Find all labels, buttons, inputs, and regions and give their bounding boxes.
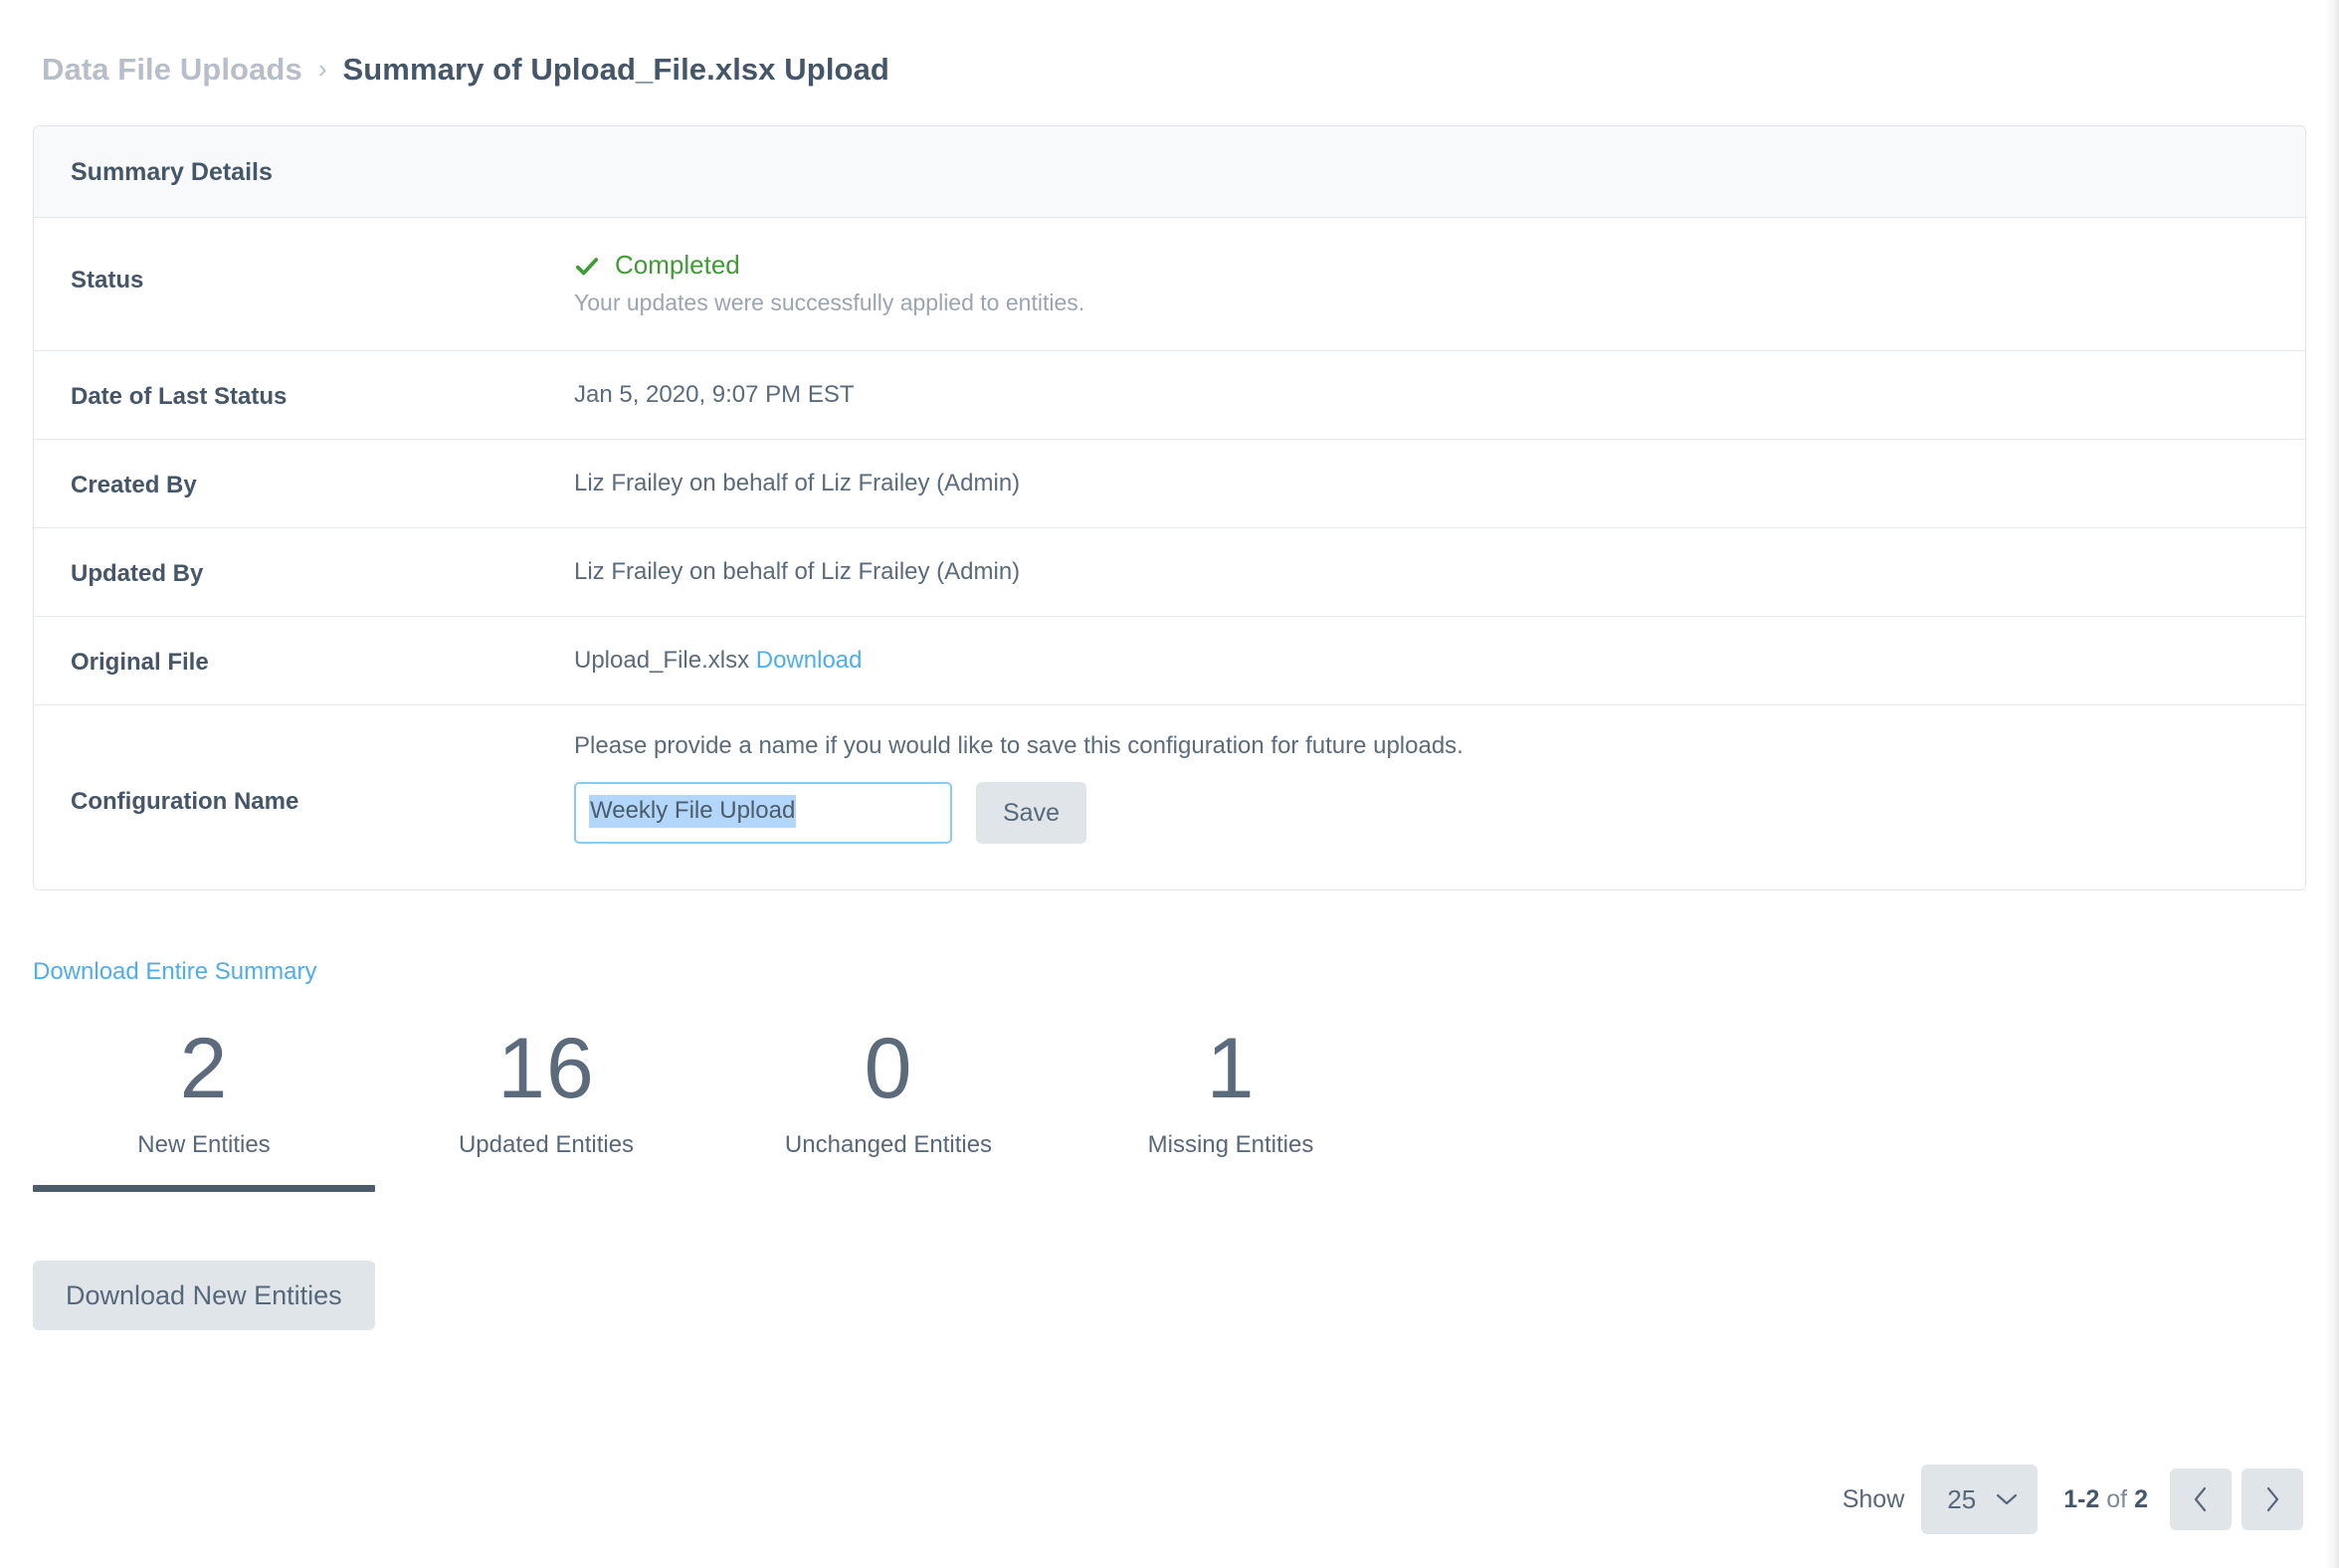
tab-updated-entities[interactable]: 16 Updated Entities xyxy=(375,1024,717,1192)
page-size-select[interactable]: 25 xyxy=(1921,1465,2039,1534)
pagination: Show 25 1-2 of 2 xyxy=(1843,1465,2303,1534)
table-row-status: Status Completed Your updates were succe… xyxy=(34,218,2305,351)
pagination-prev-button[interactable] xyxy=(2170,1469,2232,1530)
status-badge: Completed xyxy=(615,250,740,280)
row-label-created-by: Created By xyxy=(71,472,197,498)
breadcrumb-separator-icon: › xyxy=(317,54,327,84)
row-value-created-by: Liz Frailey on behalf of Liz Frailey (Ad… xyxy=(574,470,1021,496)
configuration-name-input[interactable] xyxy=(574,782,952,844)
configuration-name-input-wrap: Weekly File Upload xyxy=(574,782,952,844)
download-entities-wrap: Download New Entities xyxy=(33,1261,2339,1331)
chevron-right-icon xyxy=(2263,1485,2281,1513)
tab-inactive-indicator xyxy=(375,1185,717,1192)
download-entire-summary-wrap: Download Entire Summary xyxy=(33,958,2339,986)
page-size-value: 25 xyxy=(1947,1483,1977,1514)
summary-details-header: Summary Details xyxy=(34,126,2305,218)
missing-entities-count: 1 xyxy=(1206,1021,1256,1116)
page-root: Data File Uploads › Summary of Upload_Fi… xyxy=(0,0,2339,1568)
row-value-date-of-last-status: Jan 5, 2020, 9:07 PM EST xyxy=(574,381,855,408)
updated-entities-count: 16 xyxy=(497,1021,595,1116)
summary-details-title: Summary Details xyxy=(71,158,273,186)
check-icon xyxy=(574,254,600,280)
breadcrumb-parent-link[interactable]: Data File Uploads xyxy=(42,52,302,88)
tab-active-indicator xyxy=(33,1185,375,1193)
tab-missing-entities[interactable]: 1 Missing Entities xyxy=(1060,1024,1402,1192)
configuration-name-help-text: Please provide a name if you would like … xyxy=(574,732,1463,759)
page-title: Summary of Upload_File.xlsx Upload xyxy=(342,52,889,87)
tab-inactive-indicator xyxy=(1060,1185,1402,1192)
summary-details-card: Summary Details Status Completed Your up… xyxy=(33,125,2306,890)
table-row-created-by: Created By Liz Frailey on behalf of Liz … xyxy=(34,440,2305,528)
original-file-name: Upload_File.xlsx xyxy=(574,647,750,674)
row-label-configuration-name: Configuration Name xyxy=(71,788,299,815)
row-label-updated-by: Updated By xyxy=(71,560,204,587)
pagination-next-button[interactable] xyxy=(2242,1469,2303,1530)
save-button[interactable]: Save xyxy=(976,782,1086,844)
table-row-updated-by: Updated By Liz Frailey on behalf of Liz … xyxy=(34,528,2305,617)
download-entire-summary-link[interactable]: Download Entire Summary xyxy=(33,958,316,985)
row-label-original-file: Original File xyxy=(71,649,209,676)
chevron-down-icon xyxy=(1996,1492,2018,1506)
table-row-original-file: Original File Upload_File.xlsx Download xyxy=(34,617,2305,705)
panel-edge-shadow xyxy=(2325,0,2339,1568)
download-original-file-link[interactable]: Download xyxy=(756,647,863,674)
chevron-left-icon xyxy=(2192,1485,2210,1513)
row-value-configuration-name: Please provide a name if you would like … xyxy=(574,705,2305,882)
entity-stats-tabs: 2 New Entities 16 Updated Entities 0 Unc… xyxy=(33,1021,2339,1193)
pagination-range-value: 1-2 xyxy=(2063,1484,2100,1513)
breadcrumb: Data File Uploads › Summary of Upload_Fi… xyxy=(0,0,2339,92)
new-entities-count: 2 xyxy=(179,1021,229,1116)
pagination-total: 2 xyxy=(2134,1484,2148,1513)
table-row-configuration-name: Configuration Name Please provide a name… xyxy=(34,705,2305,889)
row-value-status: Completed Your updates were successfully… xyxy=(574,218,2305,350)
row-value-original-file: Upload_File.xlsx Download xyxy=(574,617,2305,702)
pagination-of-word: of xyxy=(2106,1484,2128,1513)
tab-new-entities[interactable]: 2 New Entities xyxy=(33,1021,375,1193)
unchanged-entities-count: 0 xyxy=(864,1021,913,1116)
tab-inactive-indicator xyxy=(717,1185,1060,1192)
download-new-entities-button[interactable]: Download New Entities xyxy=(33,1261,375,1331)
unchanged-entities-label: Unchanged Entities xyxy=(784,1131,993,1159)
table-row-date-of-last-status: Date of Last Status Jan 5, 2020, 9:07 PM… xyxy=(34,351,2305,440)
pagination-show-label: Show xyxy=(1842,1484,1905,1513)
tab-unchanged-entities[interactable]: 0 Unchanged Entities xyxy=(717,1024,1060,1192)
row-label-status: Status xyxy=(71,267,144,294)
row-value-updated-by: Liz Frailey on behalf of Liz Frailey (Ad… xyxy=(574,558,1021,585)
status-description: Your updates were successfully applied t… xyxy=(574,290,1085,315)
missing-entities-label: Missing Entities xyxy=(1147,1131,1314,1159)
updated-entities-label: Updated Entities xyxy=(458,1131,635,1159)
row-label-date-of-last-status: Date of Last Status xyxy=(71,383,288,410)
pagination-range: 1-2 of 2 xyxy=(2063,1485,2148,1514)
new-entities-label: New Entities xyxy=(137,1131,271,1159)
